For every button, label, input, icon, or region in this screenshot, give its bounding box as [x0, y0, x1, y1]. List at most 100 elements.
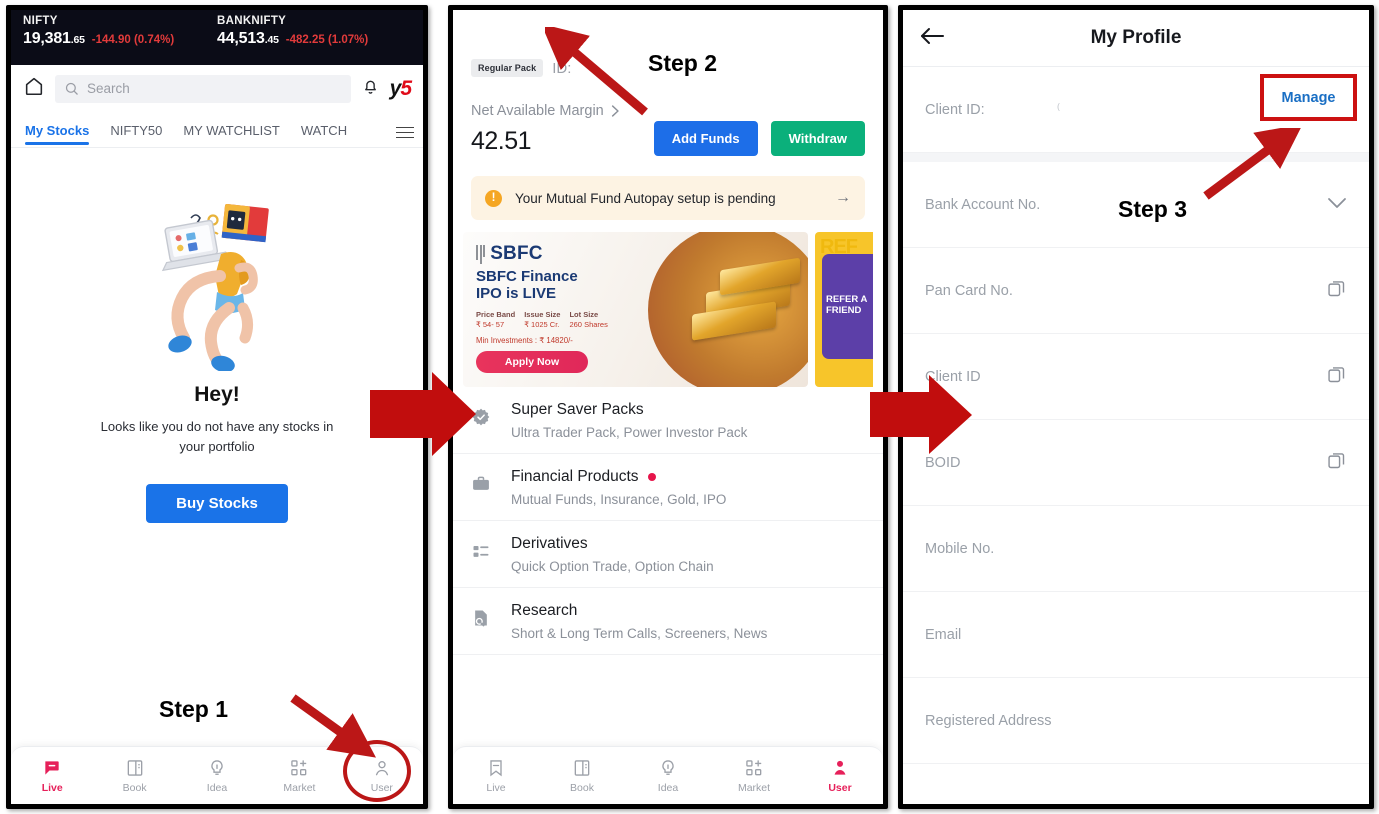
nav-item-user[interactable]: User	[797, 758, 883, 794]
list-icon	[471, 535, 495, 574]
user-icon	[834, 760, 846, 775]
apply-now-button[interactable]: Apply Now	[476, 351, 588, 374]
lot-size-value: 260 Shares	[569, 320, 608, 330]
net-available-margin-label[interactable]: Net Available Margin	[471, 103, 865, 119]
profile-header: My Profile	[903, 10, 1369, 67]
nav-item-book[interactable]: Book	[93, 758, 175, 794]
bookmark-icon	[490, 759, 502, 776]
search-icon	[65, 82, 78, 95]
empty-state-message: Looks like you do not have any stocks in…	[100, 419, 334, 454]
sbfc-headline: SBFC Finance IPO is LIVE	[476, 268, 578, 303]
price-band-value: ₹ 54- 57	[476, 320, 505, 330]
buy-stocks-button[interactable]: Buy Stocks	[146, 484, 288, 523]
empty-state-title: Hey!	[194, 383, 240, 406]
step-1-pointer-arrow	[290, 694, 377, 758]
manage-highlight-box: Manage	[1260, 74, 1357, 121]
row-label: Bank Account No.	[925, 196, 1041, 213]
step-1-label: Step 1	[159, 696, 229, 722]
feature-research[interactable]: Research Short & Long Term Calls, Screen…	[453, 588, 883, 655]
sbfc-logo-mark	[476, 244, 486, 264]
autopay-text: Your Mutual Fund Autopay setup is pendin…	[515, 190, 776, 206]
home-icon[interactable]	[23, 75, 45, 102]
ticker-name: BANKNIFTY	[217, 15, 287, 27]
row-label: Mobile No.	[925, 540, 995, 557]
withdraw-button[interactable]: Withdraw	[770, 121, 865, 156]
step-3-pointer-arrow	[1203, 128, 1301, 200]
add-funds-button[interactable]: Add Funds	[653, 121, 758, 156]
issue-size-label: Issue Size	[524, 309, 561, 319]
nav-item-market[interactable]: Market	[711, 758, 797, 794]
watchlist-tab-strip: My Stocks NIFTY50 MY WATCHLIST WATCH	[11, 112, 423, 148]
connector-arrow-1-to-2	[370, 372, 476, 456]
margin-value: 42.51	[471, 127, 532, 155]
profile-row-mobile: Mobile No.	[903, 506, 1369, 592]
bulb-icon	[662, 759, 674, 775]
brand-logo: y5	[389, 76, 412, 100]
feature-super-saver-packs[interactable]: Super Saver Packs Ultra Trader Pack, Pow…	[453, 387, 883, 454]
copy-icon[interactable]	[1326, 278, 1347, 304]
nav-label: User	[828, 781, 852, 794]
sbfc-details: Price Band ₹ 54- 57 Issue Size ₹ 1025 Cr. …	[476, 310, 808, 332]
arrow-right-icon: →	[835, 189, 851, 206]
tab-nifty50[interactable]: NIFTY50	[110, 115, 162, 145]
tab-my-stocks[interactable]: My Stocks	[25, 115, 90, 145]
refer-friend-banner[interactable]: REF REFER A FRIEND	[815, 232, 873, 387]
nav-label: Market	[283, 781, 316, 794]
document-search-icon	[471, 602, 495, 641]
nav-label: Market	[737, 781, 771, 794]
refer-headline: REFER A FRIEND	[826, 294, 868, 317]
phone-screen-home: NIFTY 19,381.65 -144.90 (0.74%) BANKNIFT…	[6, 5, 428, 809]
feature-financial-products[interactable]: Financial Products Mutual Funds, Insuran…	[453, 454, 883, 521]
autopay-banner[interactable]: ! Your Mutual Fund Autopay setup is pend…	[471, 176, 865, 220]
nav-label: Live	[486, 781, 506, 794]
chat-icon	[45, 760, 59, 775]
ticker-nifty[interactable]: NIFTY 19,381.65 -144.90 (0.74%)	[23, 15, 217, 65]
feature-title: Financial Products	[511, 468, 726, 486]
search-input[interactable]: Search	[55, 74, 351, 103]
feature-title: Super Saver Packs	[511, 401, 644, 418]
market-icon	[746, 759, 762, 775]
price-band-label: Price Band	[476, 309, 516, 319]
nav-item-live[interactable]: Live	[11, 758, 93, 794]
feature-subtitle: Mutual Funds, Insurance, Gold, IPO	[511, 492, 727, 507]
row-label: Registered Address	[925, 712, 1052, 729]
ticker-banknifty[interactable]: BANKNIFTY 44,513.45 -482.25 (1.07%)	[217, 15, 411, 65]
bottom-nav-panel2: Live Book Idea Market User	[453, 746, 883, 804]
row-label: Client ID:	[925, 101, 985, 118]
promo-banner-carousel[interactable]: SBFC SBFC Finance IPO is LIVE Price Band ₹…	[463, 232, 873, 387]
tab-my-watchlist[interactable]: MY WATCHLIST	[183, 115, 280, 145]
phone-screen-user-menu: Regular Pack ID: Net Available Margin 42…	[448, 5, 888, 809]
feature-derivatives[interactable]: Derivatives Quick Option Trade, Option C…	[453, 521, 883, 588]
nav-item-idea[interactable]: Idea	[176, 758, 258, 794]
profile-row-pan-card: Pan Card No.	[903, 248, 1369, 334]
nav-label: Book	[122, 781, 147, 794]
briefcase-icon	[471, 468, 495, 507]
manage-button[interactable]: Manage	[1282, 90, 1336, 106]
pack-badge: Regular Pack	[471, 59, 544, 77]
ticker-change: -144.90 (0.74%)	[91, 34, 175, 46]
nav-item-book[interactable]: Book	[539, 758, 625, 794]
step-2-pointer-arrow	[545, 27, 648, 116]
copy-icon[interactable]	[1326, 450, 1347, 476]
page-title: My Profile	[1090, 27, 1182, 48]
sbfc-ipo-banner[interactable]: SBFC SBFC Finance IPO is LIVE Price Band ₹…	[463, 232, 808, 387]
app-header: Search y5	[11, 65, 423, 112]
issue-size-value: ₹ 1025 Cr.	[524, 320, 560, 330]
feature-title: Research	[511, 602, 578, 619]
bulb-icon	[211, 759, 223, 775]
hamburger-menu-icon[interactable]	[396, 123, 414, 142]
step-2-label: Step 2	[648, 50, 718, 76]
tab-watchlist-extra[interactable]: WATCH	[301, 115, 347, 145]
empty-portfolio-state: Hey! Looks like you do not have any stoc…	[11, 148, 423, 728]
client-id-value-faded: ⁽	[1056, 101, 1061, 119]
index-ticker-bar: NIFTY 19,381.65 -144.90 (0.74%) BANKNIFT…	[11, 10, 423, 65]
bell-icon[interactable]	[361, 77, 380, 101]
book-icon	[127, 759, 142, 776]
ticker-price: 19,381.65	[23, 30, 85, 47]
nav-item-idea[interactable]: Idea	[625, 758, 711, 794]
copy-icon[interactable]	[1326, 364, 1347, 390]
chevron-down-icon[interactable]	[1327, 196, 1347, 214]
step-3-label: Step 3	[1118, 196, 1188, 222]
nav-item-live[interactable]: Live	[453, 758, 539, 794]
row-label: BOID	[925, 454, 961, 471]
